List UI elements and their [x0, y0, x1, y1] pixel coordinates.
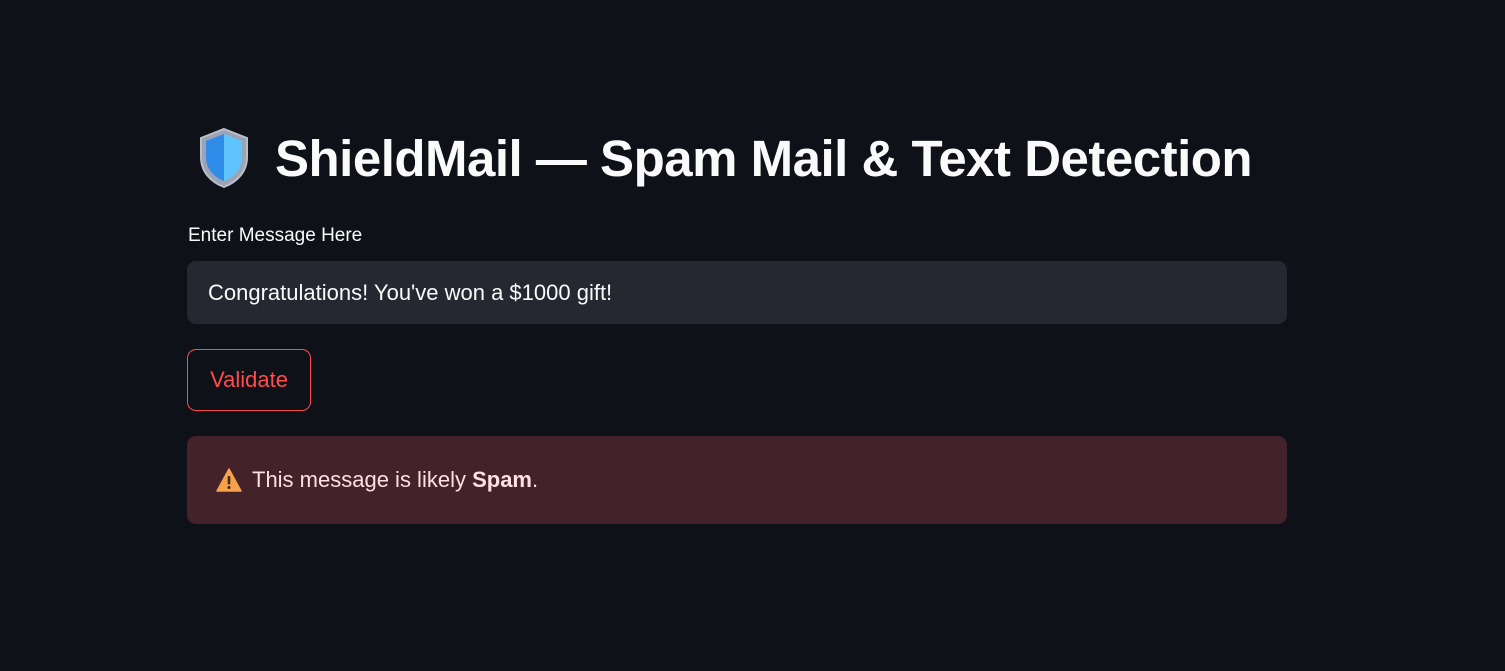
alert-message: This message is likely Spam. [252, 467, 538, 493]
page-header: ShieldMail — Spam Mail & Text Detection [197, 124, 1253, 192]
page-title: ShieldMail — Spam Mail & Text Detection [275, 129, 1253, 187]
validate-button[interactable]: Validate [187, 349, 311, 411]
message-input[interactable] [187, 261, 1287, 324]
message-label: Enter Message Here [188, 225, 363, 246]
alert-verdict: Spam [472, 467, 532, 492]
alert-text-suffix: . [532, 467, 539, 492]
shield-icon [200, 127, 248, 189]
spam-alert: This message is likely Spam. [187, 436, 1287, 524]
warning-icon [216, 468, 242, 492]
app-root: ShieldMail — Spam Mail & Text Detection … [0, 0, 1505, 671]
alert-text-prefix: This message is likely [252, 467, 473, 492]
